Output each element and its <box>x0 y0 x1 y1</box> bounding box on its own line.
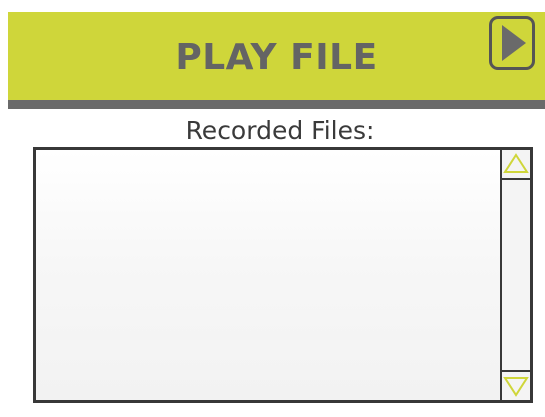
header-divider <box>8 100 545 109</box>
scrollbar[interactable] <box>500 150 530 400</box>
recorded-files-label: Recorded Files: <box>185 116 375 145</box>
scroll-down-button[interactable] <box>502 370 530 400</box>
scroll-up-button[interactable] <box>502 150 530 180</box>
recorded-files-list[interactable] <box>33 147 533 403</box>
play-button[interactable] <box>489 16 535 70</box>
triangle-down-icon <box>503 377 529 397</box>
play-icon <box>502 25 526 61</box>
page-title: PLAY FILE <box>175 37 378 78</box>
header-bar: PLAY FILE <box>8 12 545 100</box>
triangle-up-icon <box>503 153 529 173</box>
